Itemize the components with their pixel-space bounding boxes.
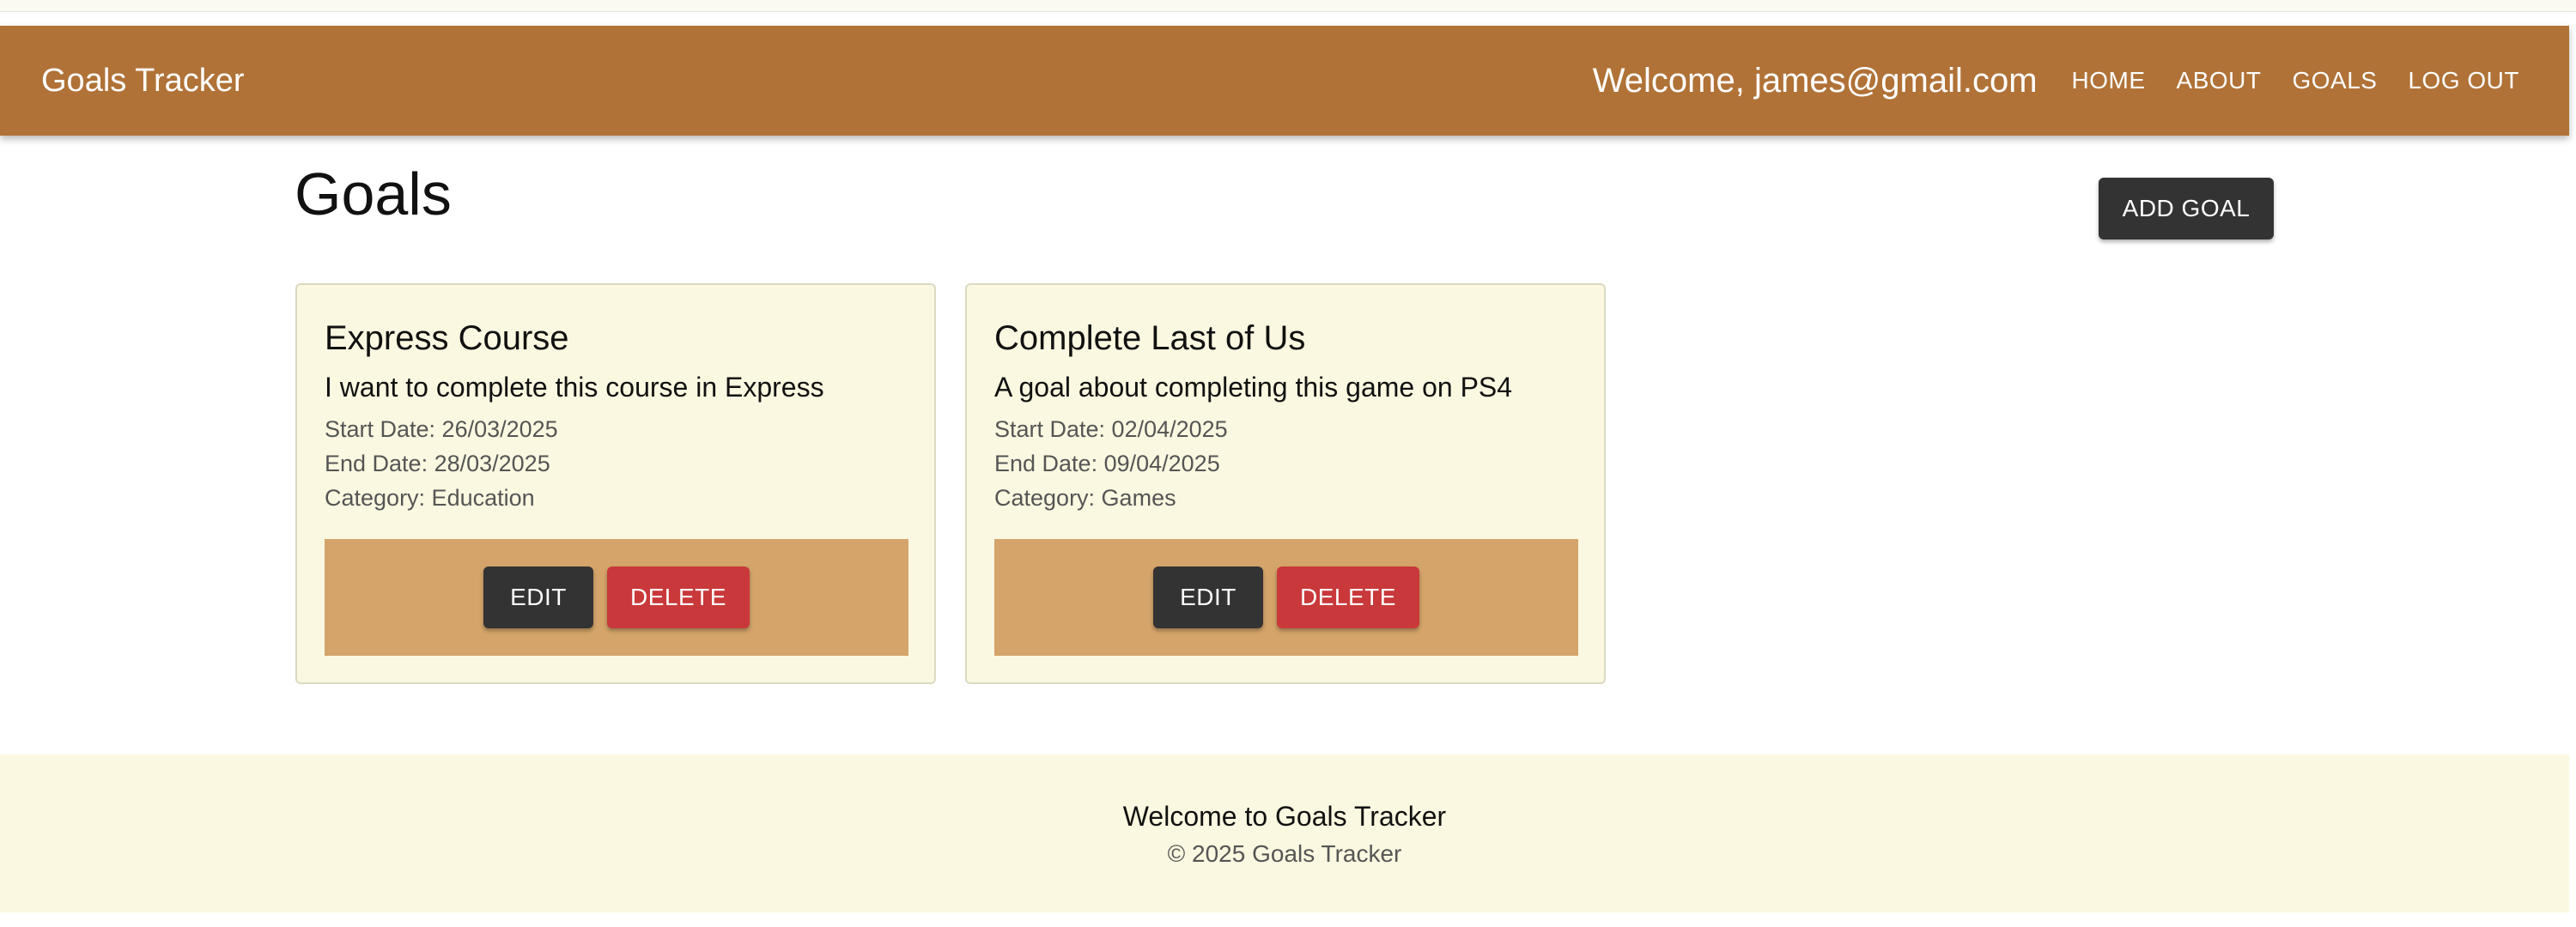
goal-description: I want to complete this course in Expres…	[325, 372, 824, 403]
delete-button[interactable]: DELETE	[607, 566, 750, 628]
nav-link-logout[interactable]: LOG OUT	[2392, 58, 2535, 103]
goal-card: Express Course I want to complete this c…	[295, 283, 936, 684]
goal-card: Complete Last of Us A goal about complet…	[965, 283, 1606, 684]
edit-button[interactable]: EDIT	[483, 566, 593, 628]
footer-copyright: © 2025 Goals Tracker	[1167, 840, 1402, 867]
goal-title: Express Course	[325, 319, 569, 357]
add-goal-button[interactable]: ADD GOAL	[2099, 178, 2274, 239]
goal-category: Category: Games	[994, 485, 1176, 512]
delete-button[interactable]: DELETE	[1277, 566, 1419, 628]
goal-end-date: End Date: 28/03/2025	[325, 451, 550, 477]
goal-description: A goal about completing this game on PS4	[994, 372, 1513, 403]
welcome-text: Welcome, james@gmail.com	[1592, 61, 2038, 100]
top-strip	[0, 0, 2576, 12]
nav-link-about[interactable]: ABOUT	[2161, 58, 2277, 103]
nav-link-home[interactable]: HOME	[2057, 58, 2161, 103]
nav-right: Welcome, james@gmail.com HOME ABOUT GOAL…	[1593, 58, 2535, 103]
brand-title[interactable]: Goals Tracker	[41, 64, 245, 97]
navbar: Goals Tracker Welcome, james@gmail.com H…	[0, 26, 2569, 136]
goal-end-date: End Date: 09/04/2025	[994, 451, 1220, 477]
footer-title: Welcome to Goals Tracker	[1122, 801, 1447, 832]
page-title: Goals	[295, 161, 452, 227]
goal-actions: EDIT DELETE	[325, 539, 908, 656]
goal-title: Complete Last of Us	[994, 319, 1306, 357]
goal-category: Category: Education	[325, 485, 535, 512]
nav-link-goals[interactable]: GOALS	[2277, 58, 2393, 103]
goal-start-date: Start Date: 26/03/2025	[325, 416, 558, 443]
footer: Welcome to Goals Tracker © 2025 Goals Tr…	[0, 754, 2569, 912]
goal-actions: EDIT DELETE	[994, 539, 1578, 656]
edit-button[interactable]: EDIT	[1153, 566, 1263, 628]
goal-cards: Express Course I want to complete this c…	[295, 283, 1606, 684]
goal-start-date: Start Date: 02/04/2025	[994, 416, 1228, 443]
